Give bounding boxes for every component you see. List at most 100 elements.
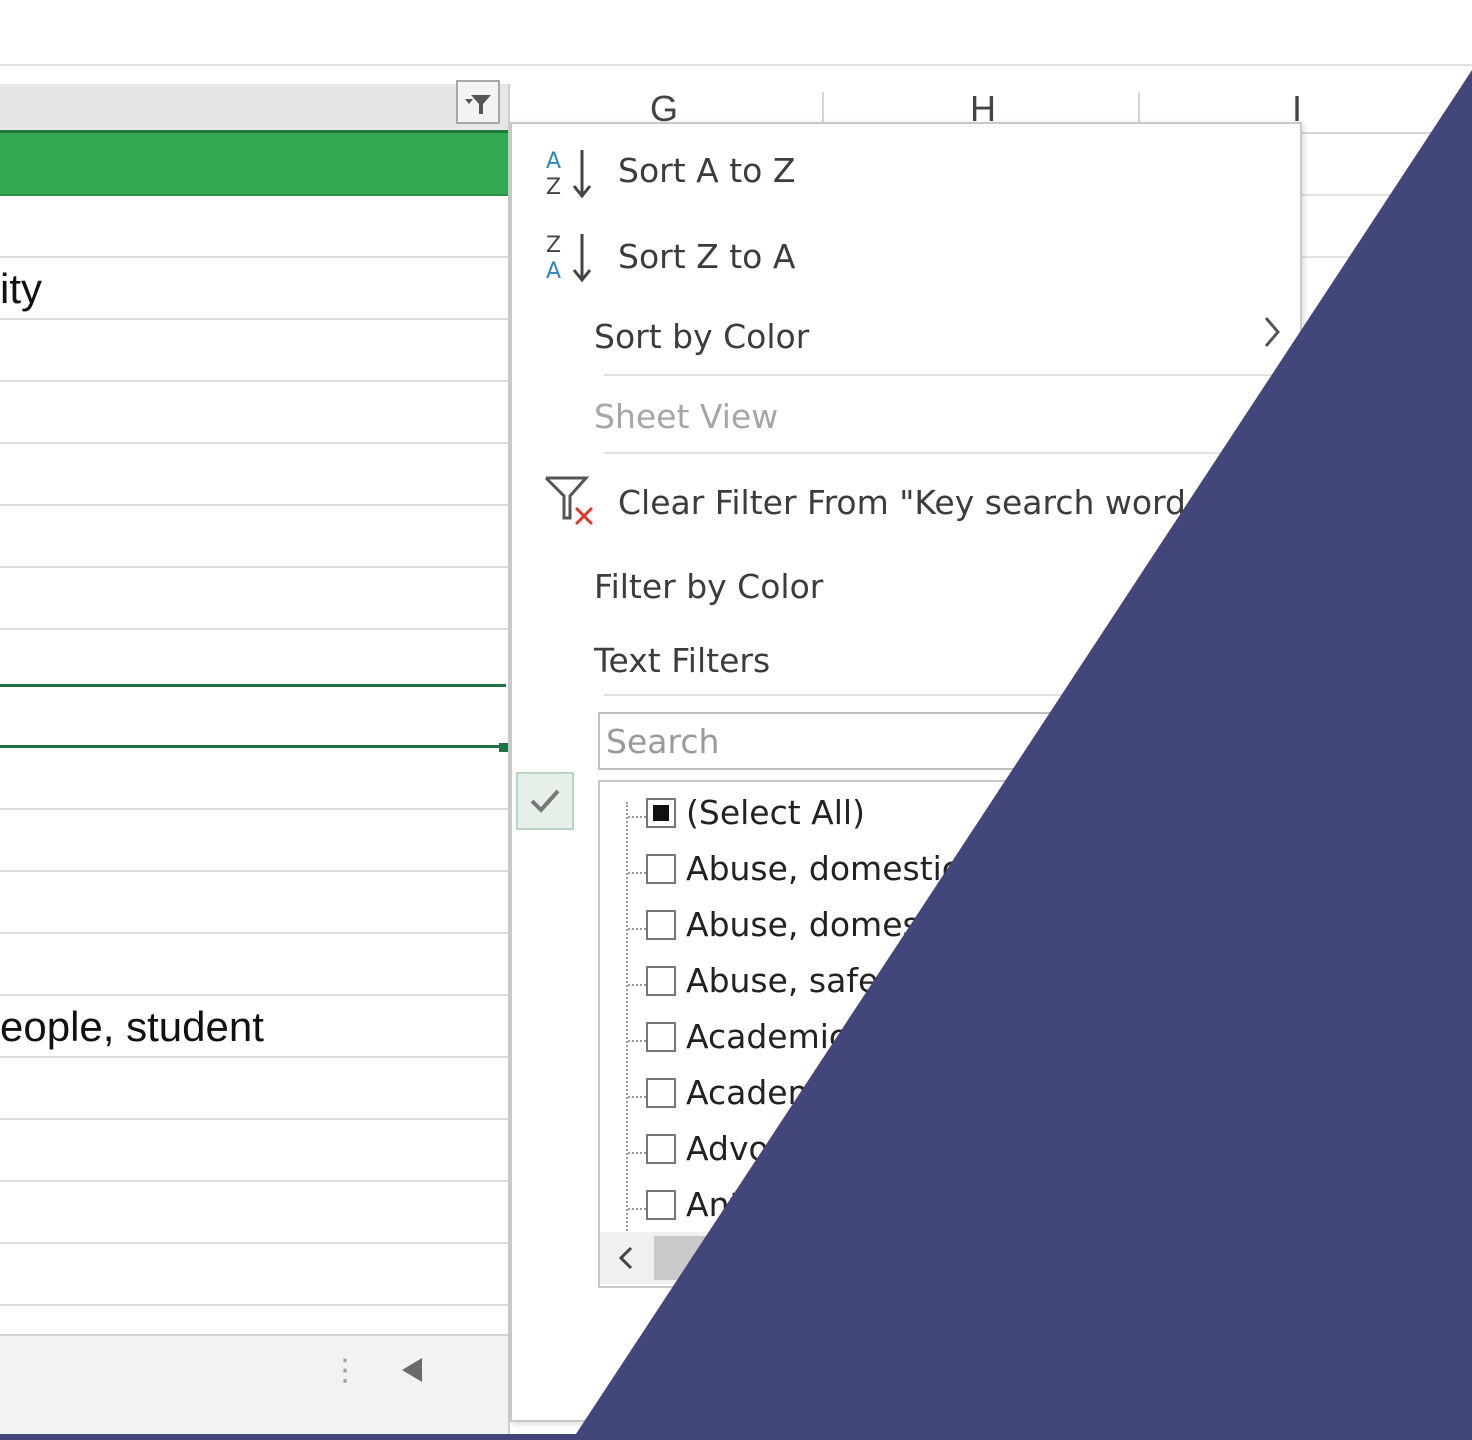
sheet-view-label: Sheet View bbox=[594, 397, 779, 436]
table-row[interactable] bbox=[0, 196, 508, 258]
table-row[interactable] bbox=[0, 872, 508, 934]
clear-filter-label: Clear Filter From "Key search word f... bbox=[618, 483, 1238, 522]
checkbox[interactable] bbox=[646, 966, 676, 996]
checkbox[interactable] bbox=[646, 1022, 676, 1052]
checkbox[interactable] bbox=[646, 854, 676, 884]
checkbox[interactable] bbox=[646, 798, 676, 828]
list-item[interactable]: Academic bbox=[620, 1014, 1270, 1064]
sheet-left-pane: ity eople, student ⋮ bbox=[0, 66, 508, 1440]
filter-values-list: (Select All) Abuse, domestic Abuse, dome… bbox=[598, 780, 1288, 1288]
sort-ascending-icon: A Z bbox=[546, 149, 592, 200]
triangle-left-icon[interactable] bbox=[392, 1350, 432, 1390]
menu-separator bbox=[604, 694, 1294, 696]
sort-a-to-z-item[interactable]: A Z Sort A to Z bbox=[512, 134, 1300, 208]
fill-handle[interactable] bbox=[499, 743, 508, 752]
filter-dropdown-icon bbox=[465, 95, 491, 114]
ribbon-area bbox=[0, 0, 1472, 66]
filter-dropdown-button[interactable] bbox=[456, 80, 500, 124]
bottom-accent-strip bbox=[0, 1434, 1472, 1440]
svg-text:A: A bbox=[546, 149, 561, 174]
list-item[interactable]: Ant bbox=[620, 1182, 1270, 1232]
text-filters-item[interactable]: Text Filters bbox=[512, 626, 1300, 692]
table-row[interactable] bbox=[0, 382, 508, 444]
table-row[interactable] bbox=[0, 934, 508, 996]
list-item[interactable]: Academ bbox=[620, 1070, 1270, 1120]
list-item-label: Advo bbox=[686, 1129, 769, 1168]
sort-z-to-a-label: Sort Z to A bbox=[618, 237, 796, 276]
chevron-right-icon bbox=[1264, 317, 1280, 347]
cell-text: eople, student bbox=[0, 1003, 264, 1050]
list-item-label: Ant bbox=[686, 1185, 743, 1224]
row-gridline bbox=[1300, 194, 1472, 196]
list-item[interactable]: Advo bbox=[620, 1126, 1270, 1176]
table-row[interactable]: ity bbox=[0, 258, 508, 320]
clear-filter-item[interactable]: Clear Filter From "Key search word f... bbox=[512, 464, 1300, 540]
list-item-label: Abuse, domestic bbox=[686, 849, 960, 888]
clear-filter-icon bbox=[544, 476, 594, 526]
text-filters-label: Text Filters bbox=[594, 641, 771, 680]
checkbox[interactable] bbox=[646, 1134, 676, 1164]
tree-connector bbox=[628, 816, 646, 818]
selected-cell[interactable] bbox=[0, 684, 506, 748]
table-row[interactable] bbox=[0, 320, 508, 382]
table-row[interactable] bbox=[0, 506, 508, 568]
list-item[interactable]: Abuse, safeg bbox=[620, 958, 1270, 1008]
table-row[interactable] bbox=[0, 568, 508, 630]
checkbox[interactable] bbox=[646, 1190, 676, 1220]
table-row[interactable] bbox=[0, 1120, 508, 1182]
chevron-left-icon[interactable] bbox=[608, 1238, 644, 1278]
sheet-view-item: Sheet View bbox=[512, 382, 1300, 448]
table-row[interactable] bbox=[0, 444, 508, 506]
tree-connector bbox=[628, 1096, 646, 1098]
table-row[interactable] bbox=[0, 748, 508, 810]
column-separator bbox=[822, 92, 824, 126]
menu-separator bbox=[604, 452, 1294, 454]
scrollbar-thumb[interactable] bbox=[654, 1236, 874, 1280]
table-row[interactable] bbox=[0, 1058, 508, 1120]
column-separator bbox=[1138, 92, 1140, 126]
menu-separator bbox=[604, 374, 1294, 376]
table-row[interactable] bbox=[0, 1244, 508, 1306]
sort-by-color-item[interactable]: Sort by Color bbox=[512, 300, 1300, 370]
checkbox[interactable] bbox=[646, 910, 676, 940]
table-row[interactable] bbox=[0, 810, 508, 872]
more-options-icon[interactable]: ⋮ bbox=[330, 1356, 360, 1386]
svg-text:Z: Z bbox=[546, 233, 561, 258]
row-gridline bbox=[1300, 256, 1472, 258]
tree-connector bbox=[628, 1152, 646, 1154]
list-item[interactable]: Abuse, domestic bbox=[620, 846, 1270, 896]
svg-text:Z: Z bbox=[546, 175, 561, 200]
tree-connector bbox=[628, 1040, 646, 1042]
list-item-label: Abuse, domest bbox=[686, 905, 933, 944]
sort-descending-icon: Z A bbox=[546, 233, 592, 284]
sort-z-to-a-item[interactable]: Z A Sort Z to A bbox=[512, 222, 1300, 296]
tree-connector bbox=[628, 984, 646, 986]
column-header-f[interactable] bbox=[0, 84, 508, 130]
sort-by-color-label: Sort by Color bbox=[594, 317, 810, 356]
search-box[interactable] bbox=[598, 712, 1288, 770]
list-item[interactable]: Abuse, domest bbox=[620, 902, 1270, 952]
sheet-tab-bar: ⋮ bbox=[0, 1334, 508, 1440]
svg-text:A: A bbox=[546, 259, 561, 284]
horizontal-scrollbar[interactable] bbox=[600, 1232, 1286, 1284]
table-row[interactable] bbox=[0, 630, 508, 686]
list-item-select-all[interactable]: (Select All) bbox=[620, 790, 1270, 840]
list-item-label: Academic bbox=[686, 1017, 848, 1056]
tree-connector bbox=[628, 872, 646, 874]
checkbox[interactable] bbox=[646, 1078, 676, 1108]
table-row[interactable]: eople, student bbox=[0, 996, 508, 1058]
tree-connector bbox=[628, 928, 646, 930]
autofilter-menu: A Z Sort A to Z Z A Sort Z to A Sort by … bbox=[510, 122, 1302, 1422]
tree-connector bbox=[628, 1208, 646, 1210]
table-row[interactable] bbox=[0, 1182, 508, 1244]
filter-by-color-label: Filter by Color bbox=[594, 567, 824, 606]
filter-by-color-item[interactable]: Filter by Color bbox=[512, 552, 1300, 618]
checkmark-icon bbox=[516, 772, 574, 830]
cell-text: ity bbox=[0, 265, 42, 312]
list-item-label: (Select All) bbox=[686, 793, 865, 832]
search-input[interactable] bbox=[602, 716, 1210, 766]
list-item-label: Academ bbox=[686, 1073, 820, 1112]
sort-a-to-z-label: Sort A to Z bbox=[618, 151, 796, 190]
filter-header-cell[interactable] bbox=[0, 130, 508, 196]
list-item-label: Abuse, safeg bbox=[686, 961, 900, 1000]
